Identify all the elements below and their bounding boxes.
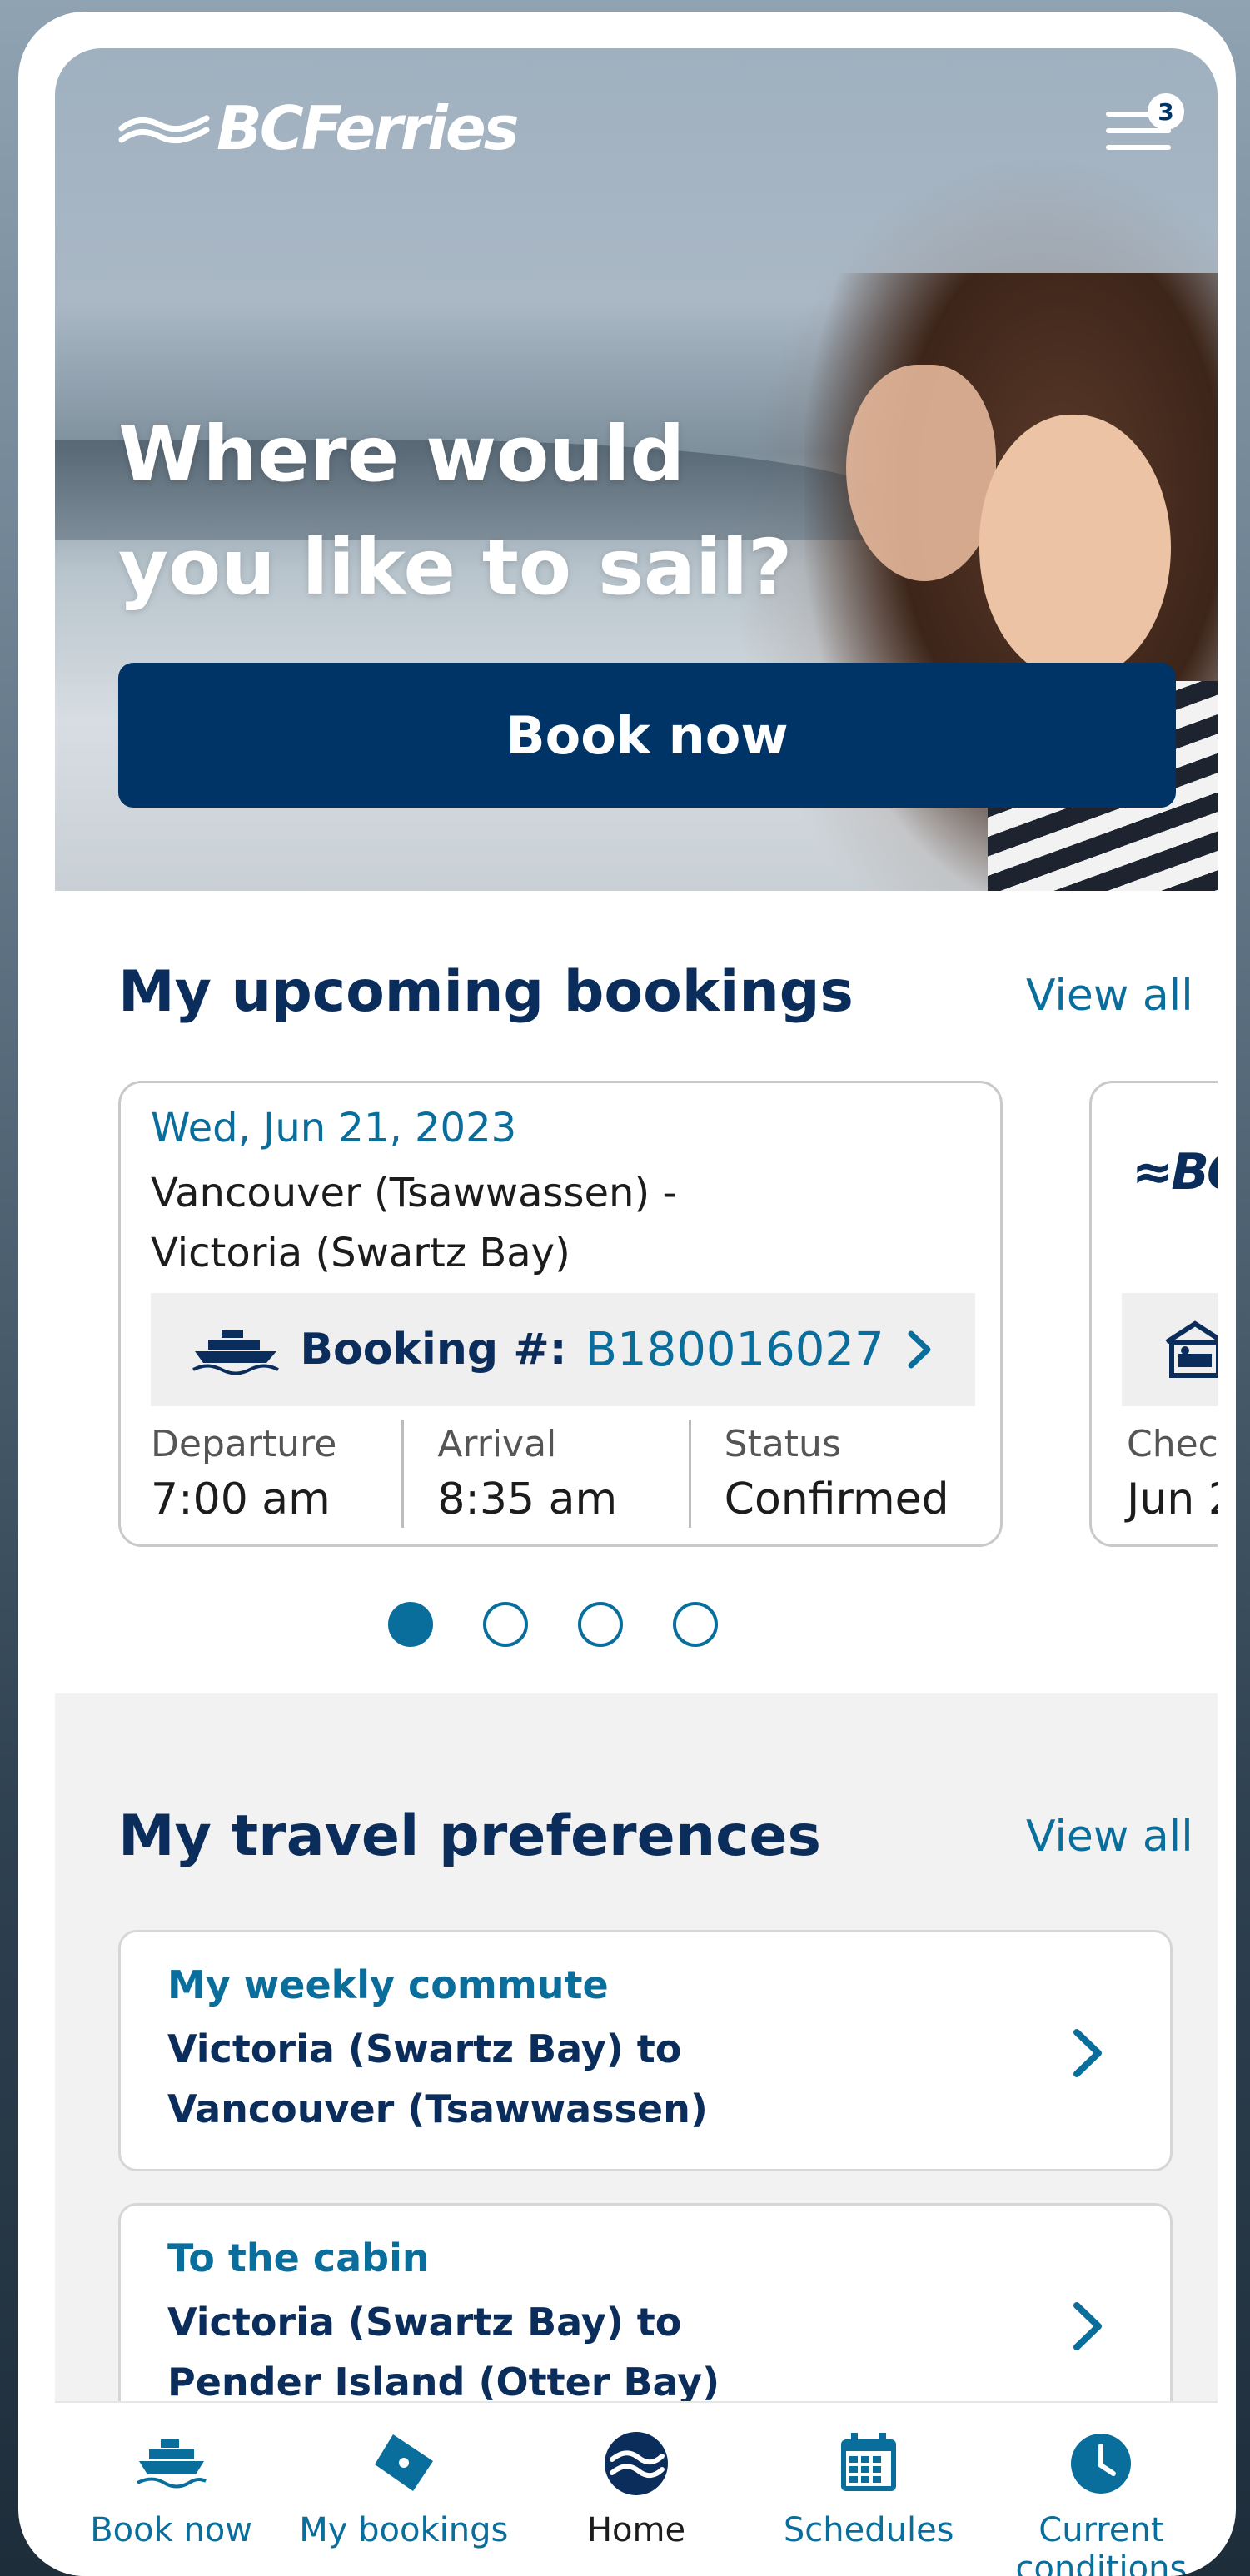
hotel-icon xyxy=(1165,1320,1218,1378)
calendar-icon xyxy=(841,2433,897,2491)
booking-number-label: Booking #: xyxy=(300,1325,567,1375)
status-column: Status Confirmed xyxy=(688,1420,975,1528)
nav-current-conditions[interactable]: Current conditions xyxy=(985,2403,1218,2576)
chevron-right-icon xyxy=(908,1330,931,1369)
nav-schedules[interactable]: Schedules xyxy=(753,2403,985,2576)
carousel-indicator xyxy=(55,1602,1218,1647)
bookings-section-title: My upcoming bookings xyxy=(118,959,854,1025)
booking-details: Departure 7:00 am Arrival 8:35 am Status… xyxy=(151,1420,975,1528)
chevron-right-icon xyxy=(1073,2302,1102,2350)
waves-logo-icon xyxy=(118,115,210,144)
booking-route: Vancouver (Tsawwassen) - Victoria (Swart… xyxy=(151,1170,677,1276)
bcferries-logo[interactable]: BCFerries xyxy=(118,93,520,163)
menu-button[interactable]: 3 xyxy=(1106,93,1184,160)
home-logo-icon xyxy=(605,2432,668,2495)
card-brand-logo: ≈BCF xyxy=(1132,1143,1218,1201)
bottom-nav: Book now My bookings Home Schedules Curr… xyxy=(55,2401,1218,2576)
book-now-button[interactable]: Book now xyxy=(118,663,1176,808)
hotel-bar[interactable]: P xyxy=(1122,1293,1218,1406)
preference-name: To the cabin xyxy=(167,2235,430,2280)
preference-route: Victoria (Swartz Bay) to Vancouver (Tsaw… xyxy=(167,2026,708,2131)
booking-card[interactable]: Wed, Jun 21, 2023 Vancouver (Tsawwassen)… xyxy=(118,1081,1003,1547)
notification-badge: 3 xyxy=(1148,93,1184,130)
booking-card-hotel-peek[interactable]: ≈BCF P Check-in Jun 27, 2 xyxy=(1089,1081,1218,1547)
preferences-section-title: My travel preferences xyxy=(118,1803,822,1869)
hero-banner: BCFerries 3 Where would you like to sail… xyxy=(55,48,1218,891)
nav-home[interactable]: Home xyxy=(520,2403,752,2576)
nav-my-bookings[interactable]: My bookings xyxy=(287,2403,520,2576)
carousel-dot[interactable] xyxy=(578,1602,623,1647)
booking-number-value: B180016027 xyxy=(585,1322,884,1377)
nav-book-now[interactable]: Book now xyxy=(55,2403,287,2576)
booking-number-bar[interactable]: Booking #: B180016027 xyxy=(151,1293,975,1406)
ticket-icon xyxy=(374,2434,433,2491)
departure-column: Departure 7:00 am xyxy=(151,1423,337,1524)
hero-photo-face-son xyxy=(979,415,1171,681)
hero-title: Where would you like to sail? xyxy=(118,410,793,612)
logo-wordmark: BCFerries xyxy=(217,93,520,163)
carousel-dot[interactable] xyxy=(673,1602,718,1647)
chevron-right-icon xyxy=(1073,2029,1102,2077)
arrival-column: Arrival 8:35 am xyxy=(401,1420,688,1528)
app-screen: BCFerries 3 Where would you like to sail… xyxy=(55,48,1218,2576)
bookings-view-all-link[interactable]: View all xyxy=(1026,971,1193,1021)
preference-name: My weekly commute xyxy=(167,1962,609,2007)
preference-route: Victoria (Swartz Bay) to Pender Island (… xyxy=(167,2300,720,2404)
booking-date: Wed, Jun 21, 2023 xyxy=(151,1105,517,1151)
ferry-icon xyxy=(192,1330,280,1375)
phone-frame: BCFerries 3 Where would you like to sail… xyxy=(18,12,1236,2576)
preference-card[interactable]: My weekly commute Victoria (Swartz Bay) … xyxy=(118,1930,1173,2171)
carousel-dot[interactable] xyxy=(388,1602,433,1647)
ferry-icon xyxy=(136,2439,207,2489)
carousel-dot[interactable] xyxy=(483,1602,528,1647)
preferences-view-all-link[interactable]: View all xyxy=(1026,1812,1193,1862)
clock-icon xyxy=(1071,2434,1132,2494)
